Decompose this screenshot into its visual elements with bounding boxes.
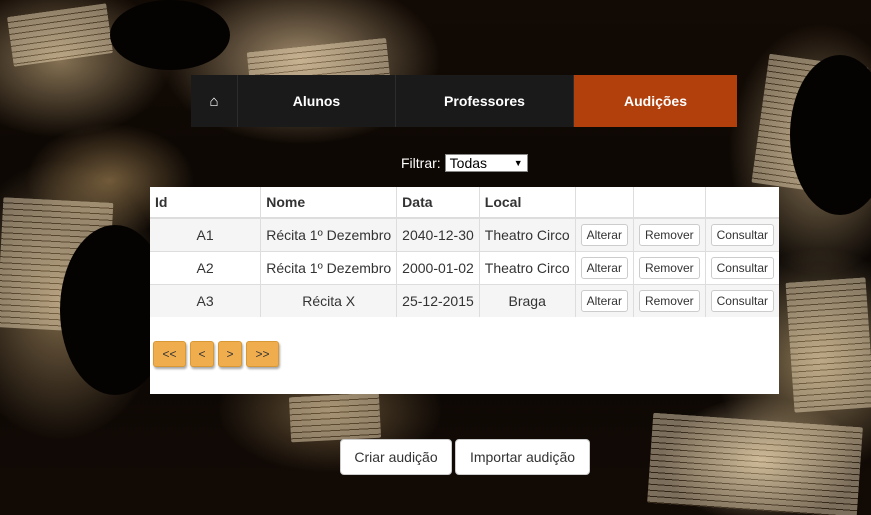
nav-item-alunos[interactable]: Alunos [238,75,396,127]
prev-page-button[interactable]: < [190,341,214,367]
cell-data: 2000-01-02 [396,251,480,285]
nav-item-label: Alunos [292,93,341,109]
remove-button[interactable]: Remover [638,290,700,312]
table-row: A2 Récita 1º Dezembro 2000-01-02 Theatro… [150,251,779,285]
column-header-local: Local [479,187,576,219]
nav-item-professores[interactable]: Professores [396,75,574,127]
next-page-button[interactable]: > [218,341,242,367]
edit-button[interactable]: Alterar [580,290,628,312]
background-sheet-music [647,412,863,515]
background-sheet-music [288,392,382,443]
cell-id: A1 [150,217,262,252]
filter-bar: Filtrar: Todas ▼ [401,154,528,172]
nav-home[interactable]: ⌂ [191,75,238,127]
cell-action: Remover [633,251,706,285]
filter-select[interactable]: Todas ▼ [444,154,528,172]
column-header-data: Data [396,187,480,219]
column-header-nome: Nome [260,187,398,219]
main-nav: ⌂ Alunos Professores Audições [191,75,737,127]
filter-selected-value: Todas [449,155,488,171]
view-button[interactable]: Consultar [710,290,774,312]
column-header-actions [705,187,779,219]
column-header-actions [575,187,634,219]
auditions-panel: Id Nome Data Local A1 Récita 1º Dezembro… [150,187,779,394]
table-header-row: Id Nome Data Local [150,187,779,219]
cell-action: Consultar [705,217,779,252]
cell-action: Consultar [705,251,779,285]
cell-nome: Récita 1º Dezembro [260,251,398,285]
last-page-button[interactable]: >> [246,341,279,367]
pagination: << < > >> [153,341,283,367]
cell-action: Consultar [705,284,779,317]
nav-item-label: Professores [444,93,525,109]
cell-data: 25-12-2015 [396,284,480,317]
cell-id: A3 [150,284,262,317]
remove-button[interactable]: Remover [638,224,700,246]
background-sheet-music [7,3,113,67]
cell-nome: Récita 1º Dezembro [260,217,398,252]
cell-action: Remover [633,217,706,252]
nav-item-audicoes[interactable]: Audições [574,75,737,127]
background-sheet-music [785,277,871,413]
first-page-button[interactable]: << [153,341,186,367]
nav-item-label: Audições [623,93,687,109]
cell-action: Remover [633,284,706,317]
cell-id: A2 [150,251,262,285]
remove-button[interactable]: Remover [638,257,700,279]
cell-local: Braga [479,284,576,317]
import-audition-button[interactable]: Importar audição [455,439,590,475]
cell-data: 2040-12-30 [396,217,480,252]
view-button[interactable]: Consultar [710,257,774,279]
column-header-actions [633,187,706,219]
home-icon: ⌂ [209,92,219,110]
table-row: A3 Récita X 25-12-2015 Braga Alterar Rem… [150,284,779,317]
dropdown-arrow-icon: ▼ [513,158,523,168]
cell-action: Alterar [575,217,634,252]
cell-local: Theatro Circo [479,251,576,285]
create-audition-button[interactable]: Criar audição [340,439,452,475]
edit-button[interactable]: Alterar [580,224,628,246]
cell-action: Alterar [575,284,634,317]
background-musician-silhouette [110,0,230,70]
edit-button[interactable]: Alterar [580,257,628,279]
cell-action: Alterar [575,251,634,285]
table-row: A1 Récita 1º Dezembro 2040-12-30 Theatro… [150,217,779,252]
cell-local: Theatro Circo [479,217,576,252]
column-header-id: Id [150,187,262,219]
filter-label: Filtrar: [401,155,441,171]
cell-nome: Récita X [260,284,398,317]
auditions-table: Id Nome Data Local A1 Récita 1º Dezembro… [150,187,779,317]
view-button[interactable]: Consultar [710,224,774,246]
